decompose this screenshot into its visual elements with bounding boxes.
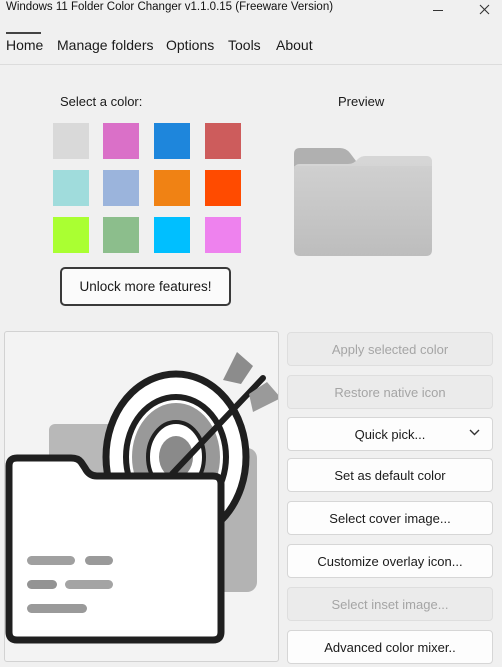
- color-swatch[interactable]: [205, 170, 241, 206]
- preview-label: Preview: [338, 94, 385, 109]
- menu-manage-folders[interactable]: Manage folders: [57, 37, 154, 53]
- target-folder-illustration: [5, 352, 278, 644]
- chevron-down-icon: [469, 429, 480, 436]
- minimize-button[interactable]: [424, 0, 452, 18]
- color-swatch[interactable]: [53, 123, 89, 159]
- active-tab-indicator: [6, 32, 41, 34]
- customize-overlay-icon-button[interactable]: Customize overlay icon...: [287, 544, 493, 578]
- menu-home[interactable]: Home: [6, 37, 43, 53]
- preview-folder-icon: [294, 148, 432, 256]
- menu-about[interactable]: About: [276, 37, 313, 53]
- restore-native-icon-button[interactable]: Restore native icon: [287, 375, 493, 409]
- select-cover-image-button[interactable]: Select cover image...: [287, 501, 493, 535]
- menu-bar: Home Manage folders Options Tools About: [0, 30, 502, 65]
- quick-pick-label: Quick pick...: [354, 426, 426, 442]
- apply-selected-color-button[interactable]: Apply selected color: [287, 332, 493, 366]
- color-swatch[interactable]: [103, 170, 139, 206]
- set-default-color-button[interactable]: Set as default color: [287, 458, 493, 492]
- window-title: Windows 11 Folder Color Changer v1.1.0.1…: [6, 1, 334, 13]
- unlock-features-button[interactable]: Unlock more features!: [60, 267, 231, 306]
- color-swatch[interactable]: [53, 217, 89, 253]
- color-swatch[interactable]: [205, 123, 241, 159]
- menu-options[interactable]: Options: [166, 37, 214, 53]
- color-swatch[interactable]: [103, 123, 139, 159]
- color-swatch[interactable]: [154, 170, 190, 206]
- illustration-panel: [4, 331, 279, 662]
- select-inset-image-button[interactable]: Select inset image...: [287, 587, 493, 621]
- menu-divider: [0, 64, 502, 65]
- quick-pick-dropdown[interactable]: Quick pick...: [287, 417, 493, 451]
- title-bar: Windows 11 Folder Color Changer v1.1.0.1…: [0, 0, 502, 18]
- color-swatch[interactable]: [53, 170, 89, 206]
- color-swatch[interactable]: [205, 217, 241, 253]
- close-button[interactable]: [470, 0, 498, 18]
- color-swatch[interactable]: [154, 217, 190, 253]
- select-color-label: Select a color:: [60, 94, 143, 109]
- minimize-icon: [433, 9, 443, 11]
- advanced-color-mixer-button[interactable]: Advanced color mixer..: [287, 630, 493, 664]
- color-swatch[interactable]: [103, 217, 139, 253]
- color-swatch[interactable]: [154, 123, 190, 159]
- close-icon: [479, 4, 489, 14]
- menu-tools[interactable]: Tools: [228, 37, 261, 53]
